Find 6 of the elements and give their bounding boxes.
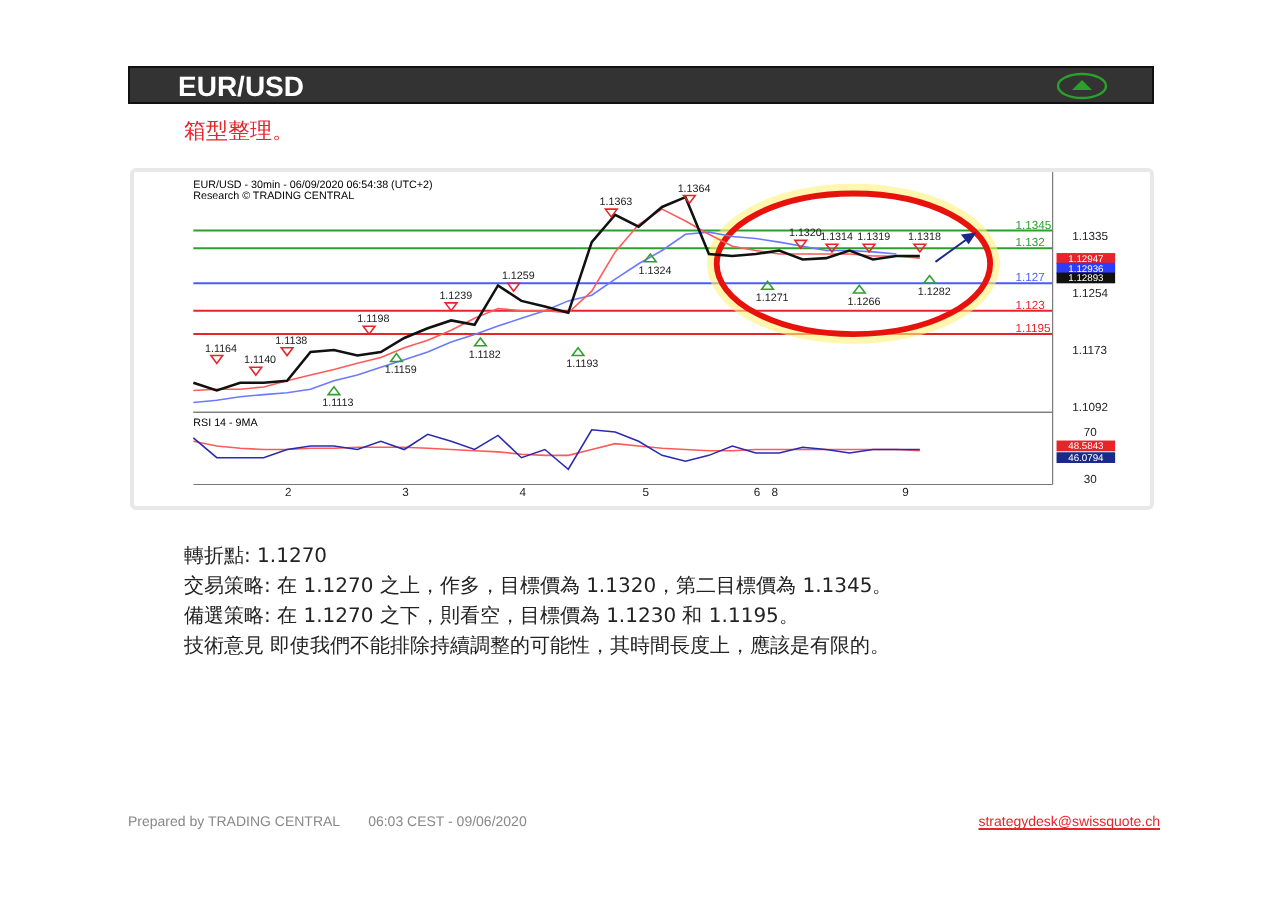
analysis-text: 轉折點: 1.1270 [184, 544, 330, 572]
analysis-text: 技術意見 即使我們不能排除持續調整的可能性，其時間長度上，應該是有限的。 [184, 633, 893, 662]
analysis-text: 備選策略: 在 1.1270 之下，則看空，目標價為 1.1230 和 1.1195。 [184, 603, 801, 632]
subtitle: 箱型整理。 [184, 116, 296, 146]
analysis-text: 交易策略: 在 1.1270 之上，作多，目標價為 1.1320，第二目標價為 1.1345。 [184, 573, 895, 602]
header-title: EUR/USD [178, 69, 305, 101]
